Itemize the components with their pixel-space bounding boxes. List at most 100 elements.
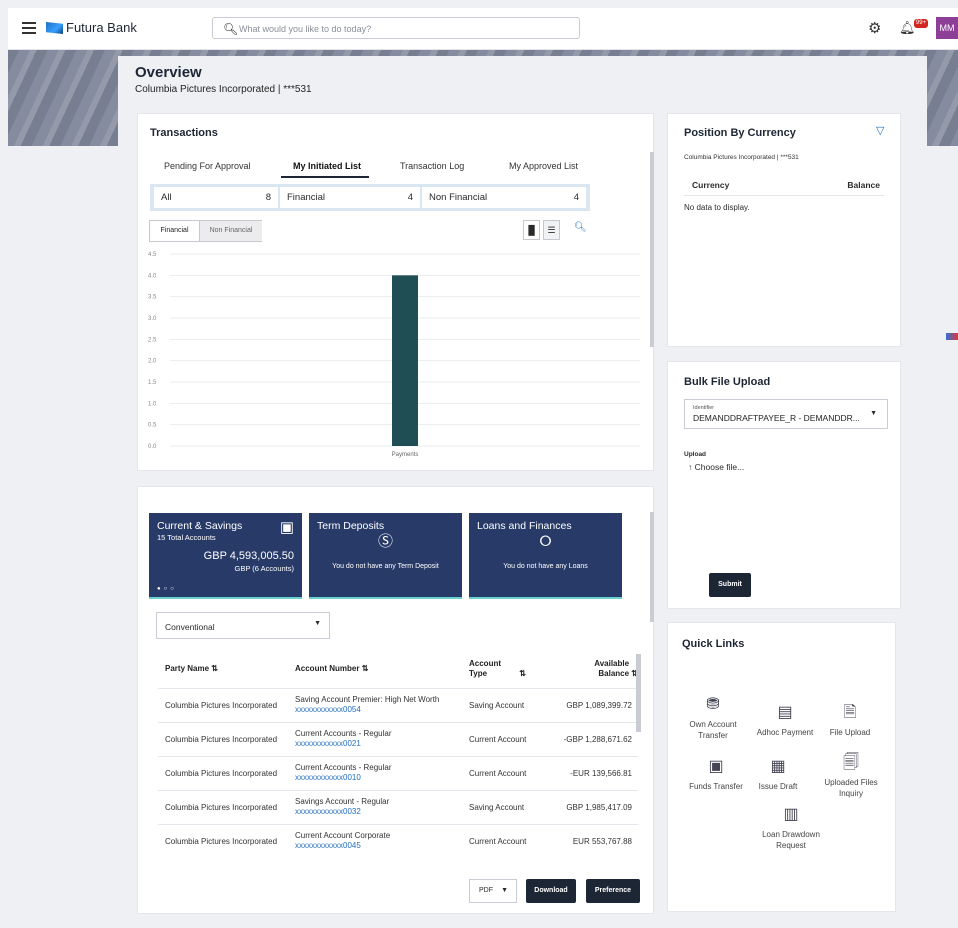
- preference-button[interactable]: Preference: [586, 879, 640, 903]
- filter-financial[interactable]: Financial 4: [280, 187, 420, 208]
- available-balance-header[interactable]: Available Balance ⇅: [555, 650, 638, 688]
- account-type-cell: Saving Account: [469, 687, 555, 722]
- table-row[interactable]: Columbia Pictures Incorporated Saving Acc…: [158, 687, 638, 722]
- money-transfer-icon: ▣: [708, 758, 724, 775]
- toggle-financial[interactable]: Financial: [150, 221, 199, 241]
- identifier-select[interactable]: Identifier DEMANDDRAFTPAYEE_R - DEMANDDR…: [684, 399, 888, 429]
- party-name-header[interactable]: Party Name ⇅: [158, 650, 295, 688]
- brand-name[interactable]: Futura Bank: [66, 20, 137, 35]
- bulk-file-upload-card: Bulk File Upload Identifier DEMANDDRAFTP…: [667, 361, 901, 609]
- export-format-select[interactable]: PDF ▼: [469, 879, 517, 903]
- tab-pending-for-approval[interactable]: Pending For Approval: [164, 161, 251, 171]
- page-subtitle: Columbia Pictures Incorporated | ***531: [135, 84, 312, 95]
- tab-transaction-log[interactable]: Transaction Log: [400, 161, 464, 171]
- account-number-link[interactable]: xxxxxxxxxxxx0045: [295, 841, 469, 851]
- quick-link-label: Funds Transfer: [689, 782, 743, 791]
- current-savings-tile[interactable]: Current & Savings 15 Total Accounts ▣ GB…: [149, 513, 302, 599]
- transaction-filter-bar: All 8 Financial 4 Non Financial 4: [150, 184, 590, 211]
- account-number-cell[interactable]: Current Account Corporate xxxxxxxxxxxx004…: [295, 823, 469, 858]
- menu-icon[interactable]: [22, 22, 36, 34]
- quick-link-label: Issue Draft: [758, 782, 798, 791]
- table-row[interactable]: Columbia Pictures Incorporated Current Ac…: [158, 721, 638, 756]
- filter-all[interactable]: All 8: [154, 187, 278, 208]
- money-bag-icon: Ⓢ: [377, 533, 393, 550]
- account-category-dropdown[interactable]: Conventional ▼: [156, 612, 330, 639]
- toggle-non-financial[interactable]: Non Financial: [199, 221, 262, 241]
- account-number-header[interactable]: Account Number ⇅: [295, 650, 469, 688]
- table-view-icon[interactable]: ☰: [543, 220, 560, 240]
- account-number-link[interactable]: xxxxxxxxxxxx0010: [295, 773, 469, 783]
- bulk-title: Bulk File Upload: [684, 376, 771, 388]
- header-label: Account Number: [295, 664, 360, 674]
- upload-label: Upload: [684, 451, 707, 458]
- quick-link-funds-transfer[interactable]: ▣ Funds Transfer: [681, 757, 751, 792]
- y-tick-label: 1.5: [148, 380, 157, 386]
- edge-widget[interactable]: [946, 333, 958, 340]
- avatar[interactable]: MM: [936, 17, 958, 39]
- account-number-link[interactable]: xxxxxxxxxxxx0032: [295, 807, 469, 817]
- bar-chart-view-icon[interactable]: ▐▌: [523, 220, 540, 240]
- account-number-link[interactable]: xxxxxxxxxxxx0021: [295, 739, 469, 749]
- settings-icon[interactable]: ⚙: [868, 19, 881, 37]
- tile-message: You do not have any Loans: [503, 563, 588, 570]
- accounts-card: Current & Savings 15 Total Accounts ▣ GB…: [137, 486, 654, 914]
- account-number-cell[interactable]: Current Accounts - Regular xxxxxxxxxxxx00…: [295, 755, 469, 790]
- scrollbar[interactable]: [650, 152, 654, 347]
- dropdown-value: Conventional: [165, 622, 215, 632]
- table-row[interactable]: Columbia Pictures Incorporated Current Ac…: [158, 755, 638, 790]
- filter-non-financial-count: 4: [573, 192, 579, 203]
- filter-non-financial-label: Non Financial: [429, 192, 488, 203]
- y-tick-label: 3.5: [148, 295, 157, 301]
- search-icon: 🔍︎: [223, 22, 239, 36]
- quick-link-loan-drawdown-request[interactable]: ▥ Loan Drawdown Request: [756, 805, 826, 851]
- download-button[interactable]: Download: [526, 879, 576, 903]
- quick-links-card: Quick Links ⛃ Own Account Transfer ▤ Adh…: [667, 622, 896, 912]
- table-row[interactable]: Columbia Pictures Incorporated Savings Ac…: [158, 789, 638, 824]
- account-number-cell[interactable]: Saving Account Premier: High Net Worth xx…: [295, 687, 469, 722]
- search-icon[interactable]: 🔍︎: [574, 222, 587, 233]
- tab-my-approved-list[interactable]: My Approved List: [509, 161, 578, 171]
- party-name-cell: Columbia Pictures Incorporated: [158, 687, 295, 722]
- wallet-icon: ▤: [777, 704, 793, 721]
- filter-financial-label: Financial: [287, 192, 326, 203]
- identifier-label: Identifier: [693, 405, 715, 411]
- chevron-down-icon: ▼: [501, 887, 508, 894]
- quick-link-label: Uploaded Files Inquiry: [824, 778, 878, 798]
- quick-link-adhoc-payment[interactable]: ▤ Adhoc Payment: [750, 703, 820, 738]
- account-number-cell[interactable]: Current Accounts - Regular xxxxxxxxxxxx00…: [295, 721, 469, 756]
- quick-link-label: Adhoc Payment: [756, 728, 814, 737]
- search-input[interactable]: 🔍︎ What would you like to do today?: [212, 17, 580, 39]
- active-tab-indicator: [281, 176, 369, 178]
- account-number-cell[interactable]: Savings Account - Regular xxxxxxxxxxxx003…: [295, 789, 469, 824]
- sort-icon: ⇅: [519, 668, 526, 678]
- filter-icon[interactable]: ▽: [876, 124, 884, 137]
- scrollbar[interactable]: [636, 654, 641, 732]
- carousel-dots[interactable]: ●○○: [157, 586, 177, 592]
- tab-my-initiated-list[interactable]: My Initiated List: [293, 161, 361, 171]
- submit-button[interactable]: Submit: [709, 573, 751, 597]
- quick-links-title: Quick Links: [682, 638, 745, 650]
- quick-link-uploaded-files-inquiry[interactable]: 🗐︎ Uploaded Files Inquiry: [816, 753, 886, 799]
- top-bar: Futura Bank 🔍︎ What would you like to do…: [8, 8, 958, 50]
- y-tick-label: 4.0: [148, 273, 157, 279]
- account-description: Savings Account - Regular: [295, 797, 390, 806]
- account-type-cell: Current Account: [469, 755, 555, 790]
- quick-link-file-upload[interactable]: 🗎︎ File Upload: [815, 703, 885, 738]
- coins-icon: ⛃: [706, 696, 720, 713]
- search-placeholder: What would you like to do today?: [239, 24, 372, 34]
- filter-all-count: 8: [265, 192, 271, 203]
- table-header-row: Party Name ⇅ Account Number ⇅ Account Ty…: [158, 650, 638, 688]
- account-number-link[interactable]: xxxxxxxxxxxx0054: [295, 705, 469, 715]
- term-deposits-tile[interactable]: Term Deposits Ⓢ You do not have any Term…: [309, 513, 462, 599]
- chart-bar[interactable]: [392, 275, 418, 446]
- quick-link-own-account-transfer[interactable]: ⛃ Own Account Transfer: [678, 695, 748, 741]
- filter-non-financial[interactable]: Non Financial 4: [422, 187, 586, 208]
- quick-link-issue-draft[interactable]: ▦ Issue Draft: [743, 757, 813, 792]
- loans-finances-tile[interactable]: Loans and Finances ⭘ You do not have any…: [469, 513, 622, 599]
- scrollbar[interactable]: [650, 512, 654, 622]
- choose-file-button[interactable]: ↑ Choose file...: [688, 462, 744, 472]
- account-type-header[interactable]: Account Type ⇅: [469, 650, 555, 688]
- table-row[interactable]: Columbia Pictures Incorporated Current Ac…: [158, 823, 638, 858]
- account-description: Current Accounts - Regular: [295, 729, 392, 738]
- y-tick-label: 0.5: [148, 423, 157, 429]
